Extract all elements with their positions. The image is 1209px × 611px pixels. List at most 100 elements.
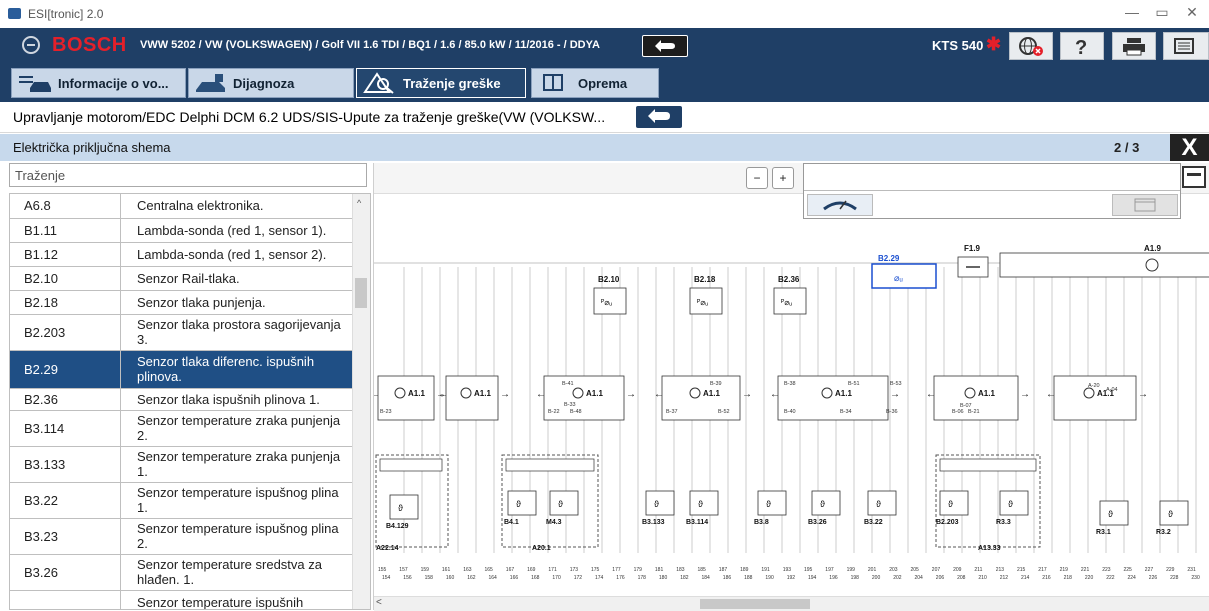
close-section-button[interactable]: X: [1170, 134, 1209, 161]
pin-number: 196: [829, 575, 838, 581]
list-item[interactable]: Senzor temperature ispušnih: [10, 590, 352, 609]
device-label: KTS 540: [932, 38, 984, 53]
arrow-icon: ←: [926, 389, 936, 400]
group-label: A20.1: [532, 545, 551, 552]
restore-button[interactable]: ▭: [1152, 4, 1172, 21]
popup-window-button[interactable]: [1112, 194, 1178, 216]
print-button[interactable]: [1112, 32, 1156, 60]
help-button[interactable]: ?: [1060, 32, 1104, 60]
component-icon: ϑ: [1008, 499, 1013, 509]
ecu-label: A1.1: [408, 389, 425, 398]
component-box: [867, 490, 897, 516]
component-description: Senzor Rail-tlaka.: [120, 266, 352, 291]
list-item[interactable]: B2.29 Senzor tlaka diferenc. ispušnih pli…: [10, 350, 352, 389]
zoom-in-button[interactable]: +: [772, 167, 794, 189]
component-box: [939, 490, 969, 516]
maximize-diagram-button[interactable]: [1182, 166, 1206, 188]
component-box: [1099, 500, 1129, 526]
pin-label: B-39: [710, 381, 722, 387]
component-label: B3.8: [754, 519, 769, 526]
pin-number: 217: [1038, 567, 1047, 573]
component-code: B2.18: [10, 290, 121, 315]
pin-number: 176: [616, 575, 625, 581]
pin-number: 154: [382, 575, 391, 581]
back-arrow-icon: [648, 109, 670, 123]
sensor-label: B2.10: [598, 275, 620, 284]
list-item[interactable]: B3.23 Senzor temperature ispušnog plina 2…: [10, 518, 352, 555]
pin-number: 227: [1145, 567, 1154, 573]
arrow-icon: →: [742, 389, 752, 400]
component-label: B4.1: [504, 519, 519, 526]
svg-text:?: ?: [1075, 37, 1087, 59]
component-label: R3.1: [1096, 529, 1111, 536]
list-item[interactable]: B2.18 Senzor tlaka punjenja.: [10, 290, 352, 315]
app-icon: [8, 8, 21, 19]
minimize-button[interactable]: —: [1122, 4, 1142, 20]
list-item[interactable]: B2.10 Senzor Rail-tlaka.: [10, 266, 352, 291]
pin-number: 231: [1187, 567, 1196, 573]
pin-number: 182: [680, 575, 689, 581]
fuse-label: F1.9: [964, 244, 981, 253]
list-scrollbar[interactable]: ^: [352, 194, 370, 609]
list-scrollbar-thumb[interactable]: [355, 278, 367, 308]
component-label: B2.203: [936, 519, 959, 526]
component-icon: ϑ: [948, 499, 953, 509]
list-item[interactable]: B3.26 Senzor temperature sredstva za hlađ…: [10, 554, 352, 591]
component-list: A6.8 Centralna elektronika. B1.11 Lambda-so…: [9, 193, 371, 610]
ecu-module: [445, 375, 499, 421]
group-label: A13.33: [978, 545, 1001, 552]
list-item[interactable]: B3.114 Senzor temperature zraka punjenja …: [10, 410, 352, 447]
component-code: B2.203: [10, 314, 121, 351]
list-item[interactable]: B1.12 Lambda-sonda (red 1, sensor 2).: [10, 242, 352, 267]
module-label: A1.9: [1144, 244, 1161, 253]
scroll-left-icon[interactable]: <: [376, 597, 382, 608]
search-input[interactable]: Traženje: [9, 163, 367, 187]
component-box: [999, 490, 1029, 516]
pin-label: B-23: [380, 409, 392, 415]
book-icon: [543, 74, 563, 91]
pin-number: 158: [425, 575, 434, 581]
vehicle-back-button[interactable]: [642, 35, 688, 57]
pin-number: 170: [552, 575, 561, 581]
selected-sensor-box: [871, 263, 937, 289]
list-item[interactable]: B1.11 Lambda-sonda (red 1, sensor 1).: [10, 218, 352, 243]
tab-trouble-search[interactable]: Traženje greške: [356, 68, 526, 98]
list-item[interactable]: B2.203 Senzor tlaka prostora sagorijevanj…: [10, 314, 352, 351]
close-window-button[interactable]: ✕: [1182, 4, 1202, 21]
print-icon: [1123, 38, 1145, 56]
component-description: Senzor temperature zraka punjenja 1.: [120, 446, 352, 483]
window-icon: [1134, 198, 1156, 212]
pin-number: 224: [1128, 575, 1137, 581]
pin-number: 177: [612, 567, 621, 573]
component-icon: ϑ: [398, 503, 403, 513]
popup-input-field[interactable]: [804, 164, 1180, 191]
diagram-hscrollbar[interactable]: <: [374, 596, 1209, 611]
diagram-hscrollbar-thumb[interactable]: [700, 599, 810, 609]
menu-button[interactable]: [1163, 32, 1209, 60]
pin-number: 222: [1106, 575, 1115, 581]
scroll-up-icon[interactable]: ^: [357, 198, 361, 208]
pin-number: 180: [659, 575, 668, 581]
list-item[interactable]: B3.133 Senzor temperature zraka punjenja …: [10, 446, 352, 483]
list-item[interactable]: B2.36 Senzor tlaka ispušnih plinova 1.: [10, 388, 352, 411]
tab-diagnosis[interactable]: Dijagnoza: [188, 68, 354, 98]
tab-equipment[interactable]: Oprema: [531, 68, 659, 98]
zoom-out-button[interactable]: −: [746, 167, 768, 189]
pin-number: 190: [765, 575, 774, 581]
component-icon: ϑ: [876, 499, 881, 509]
breadcrumb-back-button[interactable]: [636, 106, 682, 128]
globe-button[interactable]: [1009, 32, 1053, 60]
pin-number: 175: [591, 567, 600, 573]
tab-vehicle-info[interactable]: Informacije o vo...: [11, 68, 186, 98]
list-item[interactable]: A6.8 Centralna elektronika.: [10, 194, 352, 219]
bosch-logo-icon: [22, 36, 40, 54]
pin-label: B-33: [564, 402, 576, 408]
gauge-button[interactable]: [807, 194, 873, 216]
wiring-diagram[interactable]: B2.10 ᴾ⌀ᵤ B2.18 ᴾ⌀ᵤ B2.36 ᴾ⌀ᵤ B2.29 ⌀ᵤ F1.9 A1.9 A…: [374, 193, 1209, 596]
pin-number: 229: [1166, 567, 1175, 573]
page-indicator: 2 / 3: [1114, 140, 1140, 155]
component-code: B3.23: [10, 518, 121, 555]
component-code: B2.36: [10, 388, 121, 411]
pin-number: 172: [574, 575, 583, 581]
list-item[interactable]: B3.22 Senzor temperature ispušnog plina 1…: [10, 482, 352, 519]
